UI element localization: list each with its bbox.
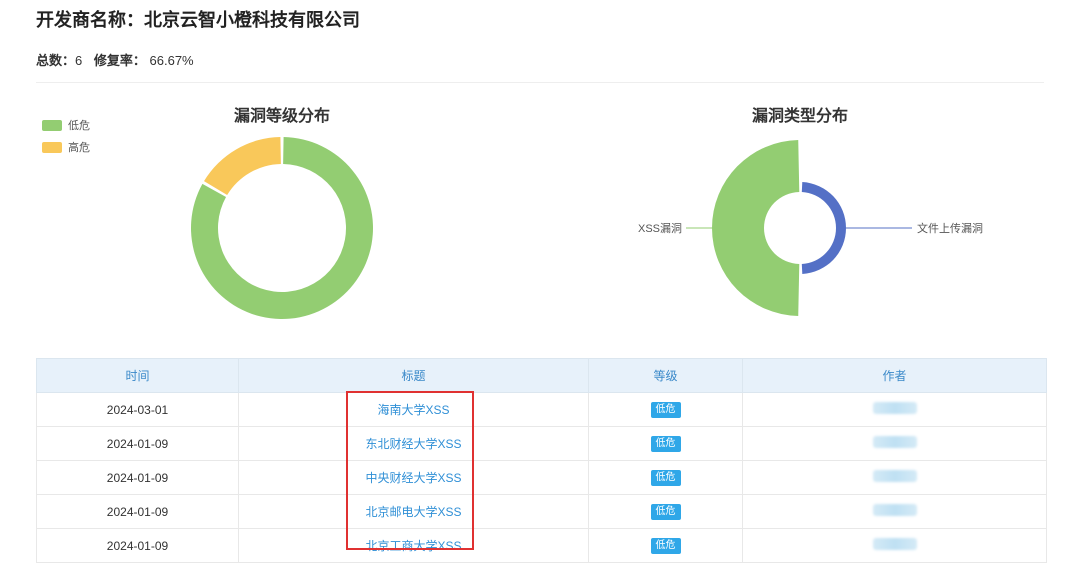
author-redacted: [872, 504, 917, 516]
cell-author: [742, 528, 1047, 563]
cell-time: 2024-01-09: [36, 426, 239, 461]
table-header-row: 时间 标题 等级 作者: [36, 358, 1047, 393]
cell-title: 中央财经大学XSS: [238, 460, 589, 495]
author-redacted: [872, 436, 917, 448]
cell-author: [742, 392, 1047, 427]
table-row: 2024-01-09 中央财经大学XSS 低危: [36, 460, 1047, 495]
table-row: 2024-03-01 海南大学XSS 低危: [36, 392, 1047, 427]
label-file-upload: 文件上传漏洞: [917, 221, 983, 235]
type-rose-chart: XSS漏洞 文件上传漏洞: [638, 140, 983, 316]
cell-level: 低危: [588, 460, 743, 495]
vuln-title-link[interactable]: 中央财经大学XSS: [365, 471, 461, 485]
cell-level: 低危: [588, 392, 743, 427]
page-title: 开发商名称：北京云智小橙科技有限公司: [36, 6, 360, 32]
column-header-time: 时间: [36, 358, 239, 393]
cell-level: 低危: [588, 528, 743, 563]
legend-swatch-low: [42, 119, 62, 131]
divider: [36, 82, 1044, 83]
level-badge: 低危: [650, 470, 681, 486]
vuln-title-link[interactable]: 北京工商大学XSS: [365, 539, 461, 553]
cell-author: [742, 426, 1047, 461]
vuln-title-link[interactable]: 东北财经大学XSS: [365, 437, 461, 451]
level-donut-chart: [191, 137, 373, 319]
vuln-title-link[interactable]: 海南大学XSS: [377, 403, 449, 417]
cell-title: 北京工商大学XSS: [238, 528, 589, 563]
level-badge: 低危: [650, 402, 681, 418]
table-row: 2024-01-09 北京工商大学XSS 低危: [36, 528, 1047, 563]
legend-item-low[interactable]: 低危: [42, 114, 90, 136]
cell-time: 2024-01-09: [36, 460, 239, 495]
column-header-level: 等级: [588, 358, 743, 393]
author-redacted: [872, 470, 917, 482]
fix-rate-value: 66.67%: [149, 53, 194, 68]
summary-stats: 总数：6 修复率： 66.67%: [36, 50, 194, 69]
level-chart-title: 漏洞等级分布: [233, 108, 330, 125]
total-value: 6: [75, 53, 83, 68]
level-badge: 低危: [650, 538, 681, 554]
vuln-table: 时间 标题 等级 作者 2024-03-01 海南大学XSS 低危 2024-0…: [36, 358, 1047, 563]
type-chart-title: 漏洞类型分布: [751, 108, 848, 125]
level-badge: 低危: [650, 436, 681, 452]
vuln-title-link[interactable]: 北京邮电大学XSS: [365, 505, 461, 519]
cell-title: 东北财经大学XSS: [238, 426, 589, 461]
cell-time: 2024-01-09: [36, 494, 239, 529]
legend-swatch-high: [42, 141, 62, 153]
author-redacted: [872, 402, 917, 414]
label-xss: XSS漏洞: [638, 222, 682, 235]
vendor-name: 北京云智小橙科技有限公司: [144, 10, 360, 30]
rose-slice-xss[interactable]: [711, 140, 800, 316]
cell-author: [742, 460, 1047, 495]
donut-slice-high[interactable]: [203, 137, 281, 196]
legend-label-high: 高危: [68, 142, 90, 154]
level-badge: 低危: [650, 504, 681, 520]
column-header-author: 作者: [742, 358, 1047, 393]
cell-author: [742, 494, 1047, 529]
fix-rate-label: 修复率：: [93, 53, 146, 68]
legend-label-low: 低危: [68, 120, 90, 132]
cell-title: 海南大学XSS: [238, 392, 589, 427]
chart-legend: 低危 高危: [42, 114, 90, 158]
table-row: 2024-01-09 北京邮电大学XSS 低危: [36, 494, 1047, 529]
total-label: 总数：: [36, 53, 76, 68]
cell-title: 北京邮电大学XSS: [238, 494, 589, 529]
cell-level: 低危: [588, 494, 743, 529]
cell-time: 2024-01-09: [36, 528, 239, 563]
column-header-title: 标题: [238, 358, 589, 393]
vendor-label: 开发商名称：: [36, 10, 144, 30]
cell-time: 2024-03-01: [36, 392, 239, 427]
rose-slice-file-upload[interactable]: [801, 182, 846, 274]
author-redacted: [872, 538, 917, 550]
table-row: 2024-01-09 东北财经大学XSS 低危: [36, 426, 1047, 461]
cell-level: 低危: [588, 426, 743, 461]
vuln-table-container: 时间 标题 等级 作者 2024-03-01 海南大学XSS 低危 2024-0…: [36, 358, 1047, 563]
legend-item-high[interactable]: 高危: [42, 136, 90, 158]
